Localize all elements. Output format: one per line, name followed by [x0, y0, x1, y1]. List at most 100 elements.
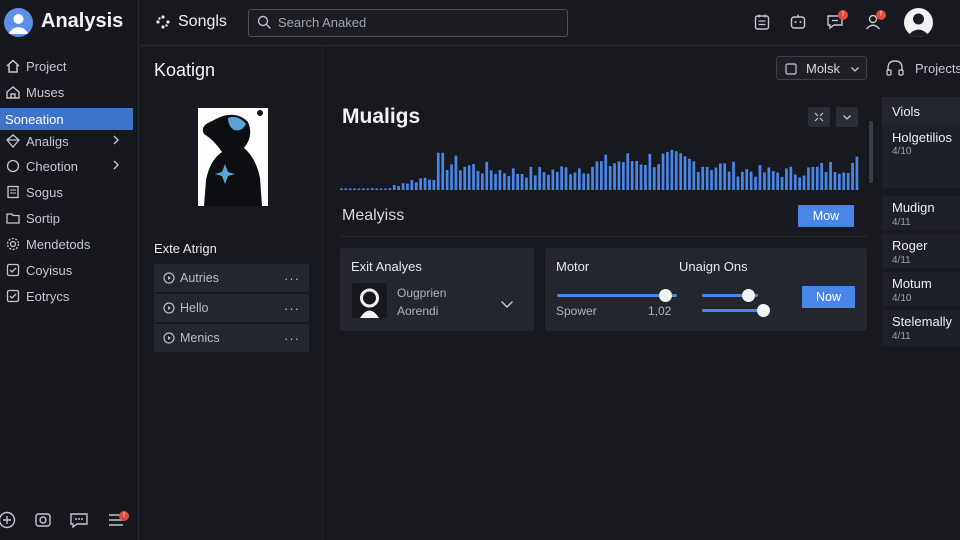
waveform-bar — [692, 161, 696, 190]
sidebar-item-analigs[interactable]: Analigs — [0, 130, 133, 152]
headphones-icon[interactable] — [885, 58, 905, 78]
notification-badge: ! — [838, 10, 848, 20]
list-item-date: 4/11 — [892, 255, 911, 266]
waveform-bar — [815, 166, 819, 190]
slider-handle[interactable] — [756, 304, 770, 317]
waveform-bar — [626, 153, 630, 190]
more-icon[interactable]: ··· — [284, 271, 300, 286]
card-line-primary: Ougprien — [397, 286, 447, 300]
calendar-icon[interactable] — [752, 12, 772, 32]
waveform-bar — [529, 166, 533, 190]
waveform-bar — [622, 162, 625, 190]
sidebar-item-cheotion[interactable]: Cheotion — [0, 155, 133, 177]
waveform-bar — [507, 176, 511, 190]
list-item-title: Stelemally — [892, 314, 952, 329]
waveform-bar — [696, 172, 700, 190]
waveform-bar — [648, 153, 652, 190]
chevron-down-icon[interactable] — [499, 296, 515, 312]
waveform-bar — [498, 170, 502, 190]
waveform-bar — [370, 188, 374, 190]
chevron-down-icon[interactable] — [836, 107, 858, 127]
sidebar-item-muses[interactable]: Muses — [0, 81, 133, 103]
right-panel-title: Viols — [892, 104, 920, 119]
track-thumbnail — [352, 283, 387, 318]
waveform-bar — [833, 172, 837, 190]
waveform-bar — [688, 158, 691, 190]
motor-label: Motor — [556, 259, 590, 274]
slider-handle[interactable] — [741, 289, 755, 302]
list-item-title: Mudign — [892, 200, 935, 215]
audio-waveform[interactable] — [340, 146, 860, 190]
sidebar-item-sortip[interactable]: Sortip — [0, 207, 133, 229]
sidebar-item-project[interactable]: Project — [0, 55, 133, 77]
more-icon[interactable]: ··· — [284, 301, 300, 316]
waveform-bar — [846, 173, 850, 190]
waveform-bar — [533, 175, 537, 190]
waveform-bar — [578, 168, 581, 190]
collapse-icon[interactable] — [808, 107, 830, 127]
sidebar-item-sogus[interactable]: Sogus — [0, 181, 133, 203]
songs-title[interactable]: Songls — [178, 13, 227, 31]
sidebar-item-soneation[interactable]: Soneation — [0, 108, 133, 130]
sidebar-item-label: Cheotion — [26, 158, 79, 174]
waveform-bar — [595, 161, 599, 190]
waveform-bar — [586, 173, 590, 190]
waveform-bar — [789, 166, 793, 190]
list-item-autries[interactable]: Autries ··· — [154, 264, 309, 292]
list-item-hello[interactable]: Hello ··· — [154, 294, 309, 322]
waveform-bar — [441, 152, 445, 190]
section-title: Koatign — [154, 60, 216, 80]
list-item-date: 4/10 — [892, 293, 912, 304]
waveform-bar — [494, 173, 497, 190]
now-button[interactable]: Mow — [798, 205, 854, 227]
search-icon — [257, 15, 272, 30]
waveform-bar — [763, 172, 766, 190]
waveform-bar — [613, 163, 616, 190]
sidebar-item-label: Soneation — [5, 111, 64, 127]
list-item-date: 4/11 — [892, 331, 911, 342]
waveform-bar — [392, 185, 396, 190]
sidebar-item-eotrycs[interactable]: Eotrycs — [0, 285, 133, 307]
waveform-bar — [555, 171, 559, 190]
waveform-bar — [639, 164, 643, 190]
camera-icon[interactable] — [33, 510, 53, 530]
list-item-date: 4/11 — [892, 217, 911, 228]
options-label: Unaign Ons — [679, 259, 748, 274]
waveform-bar — [798, 177, 801, 190]
waveform-bar — [445, 170, 449, 190]
house-icon — [5, 84, 21, 100]
waveform-bar — [719, 163, 722, 190]
now-button[interactable]: Now — [802, 286, 855, 308]
search-placeholder: Search Anaked — [278, 15, 367, 30]
plus-circle-icon[interactable] — [0, 510, 17, 530]
waveform-bar — [560, 166, 563, 190]
waveform-bar — [503, 173, 506, 190]
scrollbar[interactable] — [869, 121, 873, 183]
waveform-bar — [741, 171, 744, 190]
waveform-bar — [661, 153, 665, 190]
sidebar-item-mendetods[interactable]: Mendetods — [0, 233, 133, 255]
waveform-bar — [723, 163, 727, 190]
waveform-bar — [406, 183, 409, 190]
list-item-label: Autries — [180, 271, 219, 285]
sidebar-item-label: Eotrycs — [26, 288, 70, 304]
projects-link[interactable]: Projects — [915, 61, 960, 76]
waveform-bar — [397, 186, 400, 190]
more-icon[interactable]: ··· — [284, 331, 300, 346]
waveform-bar — [749, 171, 753, 190]
waveform-bar — [604, 154, 608, 190]
sidebar-item-coyisus[interactable]: Coyisus — [0, 259, 133, 281]
list-item-menics[interactable]: Menics ··· — [154, 324, 309, 352]
waveform-bar — [674, 151, 678, 190]
waveform-bar — [745, 169, 749, 190]
waveform-bar — [436, 152, 440, 190]
slider-handle[interactable] — [659, 289, 672, 302]
app-title: Analysis — [41, 10, 124, 32]
bot-icon[interactable] — [788, 12, 808, 32]
sparkle-icon — [155, 14, 171, 30]
waveform-bar — [542, 172, 546, 190]
chat-icon[interactable] — [69, 510, 89, 530]
avatar[interactable] — [904, 8, 933, 37]
app-logo-icon[interactable] — [4, 8, 33, 37]
waveform-bar — [736, 176, 740, 190]
